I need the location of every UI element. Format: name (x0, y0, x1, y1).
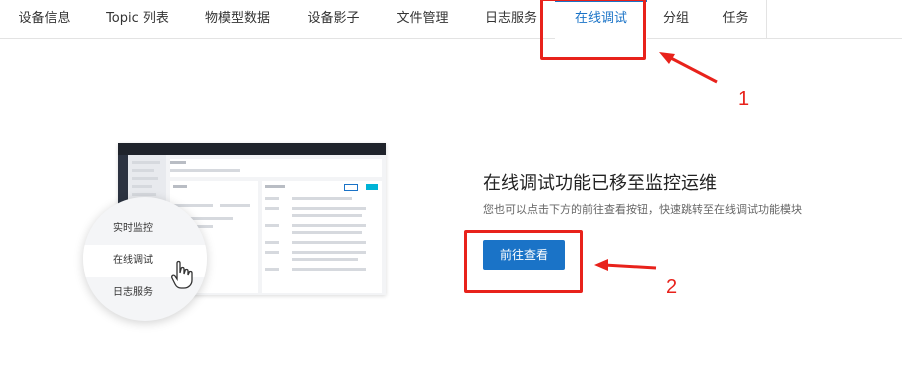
tab-device-shadow[interactable]: 设备影子 (289, 0, 379, 38)
illustration-header-card (170, 159, 382, 177)
tab-topic-list[interactable]: Topic 列表 (89, 0, 187, 38)
page-title: 在线调试功能已移至监控运维 (483, 173, 717, 194)
hand-cursor-icon (171, 260, 193, 289)
illustration-zoom-menu: 实时监控 在线调试 日志服务 (83, 197, 207, 321)
annotation-number-2: 2 (666, 276, 678, 298)
tab-task[interactable]: 任务 (705, 0, 767, 38)
page-subtitle: 您也可以点击下方的前往查看按钮，快速跳转至在线调试功能模块 (483, 203, 802, 216)
annotation-box-2 (464, 230, 583, 293)
annotation-arrow-2 (594, 259, 657, 271)
annotation-box-1 (540, 0, 646, 60)
tab-group[interactable]: 分组 (647, 0, 706, 38)
illustration-topbar (118, 143, 386, 155)
tab-device-info[interactable]: 设备信息 (0, 0, 90, 38)
tab-file-management[interactable]: 文件管理 (378, 0, 468, 38)
annotation-number-1: 1 (738, 88, 750, 110)
tab-thing-model-data[interactable]: 物模型数据 (186, 0, 290, 38)
annotation-arrow-1 (659, 52, 718, 84)
tab-bar: 设备信息 Topic 列表 物模型数据 设备影子 文件管理 日志服务 在线调试 … (0, 0, 902, 39)
illustration-right-card (262, 181, 382, 293)
menu-item-realtime-monitor: 实时监控 (113, 223, 153, 234)
